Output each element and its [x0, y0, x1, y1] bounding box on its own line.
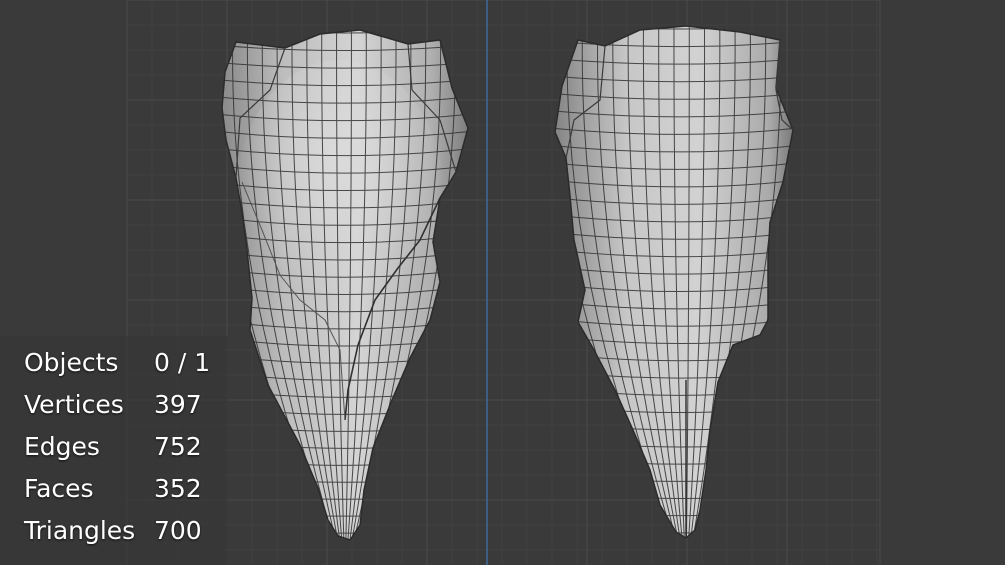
stat-label: Triangles [24, 516, 136, 545]
stat-value: 752 [154, 432, 202, 461]
stat-row-vertices: Vertices 397 [24, 386, 224, 424]
stat-row-faces: Faces 352 [24, 470, 224, 508]
stat-value: 700 [154, 516, 202, 545]
stat-row-objects: Objects 0 / 1 [24, 344, 224, 382]
torso-mesh-back-view[interactable] [552, 24, 797, 550]
torso-mesh-front-view[interactable] [218, 28, 471, 550]
stat-value: 352 [154, 474, 202, 503]
stat-label: Vertices [24, 390, 124, 419]
stat-row-edges: Edges 752 [24, 428, 224, 466]
stat-label: Faces [24, 474, 94, 503]
stat-value: 397 [154, 390, 202, 419]
stat-row-triangles: Triangles 700 [24, 512, 224, 550]
stat-label: Edges [24, 432, 100, 461]
stat-label: Objects [24, 348, 119, 377]
stat-value: 0 / 1 [154, 348, 211, 377]
scene-statistics-overlay: Objects 0 / 1 Vertices 397 Edges 752 Fac… [0, 336, 228, 565]
